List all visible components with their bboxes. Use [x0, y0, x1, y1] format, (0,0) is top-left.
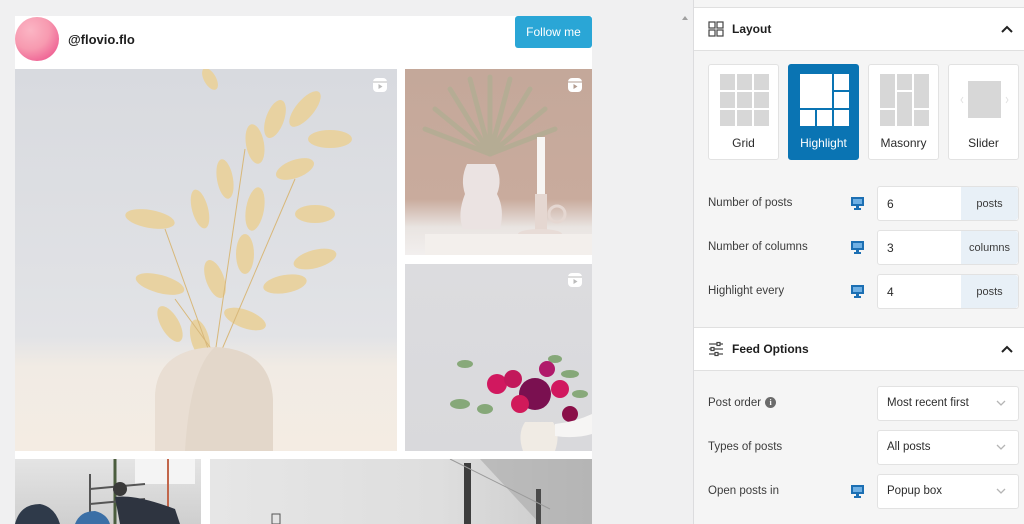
- post-image: [125, 69, 352, 451]
- username[interactable]: @flovio.flo: [68, 32, 135, 47]
- scroll-up-arrow[interactable]: [682, 16, 688, 20]
- layout-option-label: Highlight: [800, 136, 847, 150]
- field-types-of-posts: Types of posts All posts: [694, 430, 1024, 466]
- chevron-down-icon: [996, 488, 1006, 494]
- feed-post[interactable]: [405, 264, 592, 451]
- field-highlight-every: Highlight every posts: [694, 274, 1024, 310]
- layout-section-title: Layout: [732, 22, 772, 36]
- select-value: Popup box: [887, 485, 942, 497]
- post-image: [271, 459, 592, 524]
- field-label: Post order i: [708, 397, 777, 409]
- field-label: Number of posts: [708, 197, 793, 209]
- layout-option-label: Masonry: [880, 136, 927, 150]
- highlight-every-input[interactable]: posts: [877, 274, 1019, 309]
- follow-button[interactable]: Follow me: [515, 16, 592, 48]
- highlight-every-value[interactable]: [878, 275, 961, 308]
- post-order-select[interactable]: Most recent first: [877, 386, 1019, 421]
- feed-post[interactable]: [210, 459, 592, 524]
- reel-icon: [568, 273, 582, 287]
- unit-label: columns: [961, 231, 1018, 264]
- number-of-posts-input[interactable]: posts: [877, 186, 1019, 221]
- layout-option-masonry[interactable]: Masonry: [868, 64, 939, 160]
- layout-option-slider[interactable]: Slider: [948, 64, 1019, 160]
- info-icon[interactable]: i: [765, 397, 777, 408]
- unit-label: posts: [961, 275, 1018, 308]
- chevron-down-icon: [996, 444, 1006, 450]
- feed-header: @flovio.flo Follow me: [15, 16, 592, 69]
- grid-layout-icon: [720, 74, 769, 126]
- masonry-layout-icon: [880, 74, 929, 126]
- sliders-icon: [709, 341, 723, 357]
- layout-grid-icon: [708, 21, 724, 37]
- layout-option-label: Slider: [968, 136, 999, 150]
- field-label: Number of columns: [708, 241, 808, 253]
- post-image: [450, 355, 592, 451]
- desktop-icon[interactable]: [850, 240, 865, 255]
- field-post-order: Post order i Most recent first: [694, 386, 1024, 422]
- select-value: All posts: [887, 441, 931, 453]
- layout-option-highlight[interactable]: Highlight: [788, 64, 859, 160]
- feed-options-section-title: Feed Options: [732, 342, 809, 356]
- desktop-icon[interactable]: [850, 284, 865, 299]
- layout-options: Grid Highlight Masonry Slider: [708, 64, 1019, 160]
- desktop-icon[interactable]: [850, 484, 865, 499]
- feed-options-section-header[interactable]: Feed Options: [694, 327, 1024, 371]
- chevron-up-icon[interactable]: [1001, 24, 1013, 34]
- post-image: [15, 459, 195, 524]
- feed-post-highlighted[interactable]: [15, 69, 397, 451]
- number-of-posts-value[interactable]: [878, 187, 961, 220]
- post-image: [422, 74, 592, 255]
- field-open-posts-in: Open posts in Popup box: [694, 474, 1024, 510]
- slider-layout-icon: [960, 81, 1009, 118]
- field-label: Types of posts: [708, 441, 783, 453]
- layout-option-label: Grid: [732, 136, 755, 150]
- field-number-of-posts: Number of posts posts: [694, 186, 1024, 222]
- unit-label: posts: [961, 187, 1018, 220]
- reel-icon: [373, 78, 387, 92]
- avatar[interactable]: [15, 17, 59, 61]
- instagram-feed: @flovio.flo Follow me: [15, 16, 592, 524]
- layout-section-header[interactable]: Layout: [694, 7, 1024, 51]
- number-of-columns-value[interactable]: [878, 231, 961, 264]
- types-of-posts-select[interactable]: All posts: [877, 430, 1019, 465]
- field-label-text: Post order: [708, 397, 762, 409]
- chevron-up-icon[interactable]: [1001, 344, 1013, 354]
- highlight-layout-icon: [800, 74, 849, 126]
- preview-scrollbar[interactable]: [678, 0, 692, 524]
- layout-option-grid[interactable]: Grid: [708, 64, 779, 160]
- feed-post[interactable]: [405, 69, 592, 255]
- field-label: Open posts in: [708, 485, 779, 497]
- field-number-of-columns: Number of columns columns: [694, 230, 1024, 266]
- settings-panel: Layout Grid Highlight Masonry Slider Num…: [693, 0, 1024, 524]
- select-value: Most recent first: [887, 397, 969, 409]
- feed-preview: @flovio.flo Follow me: [0, 0, 692, 524]
- reel-icon: [568, 78, 582, 92]
- desktop-icon[interactable]: [850, 196, 865, 211]
- number-of-columns-input[interactable]: columns: [877, 230, 1019, 265]
- field-label: Highlight every: [708, 285, 785, 297]
- feed-post[interactable]: [15, 459, 201, 524]
- open-posts-in-select[interactable]: Popup box: [877, 474, 1019, 509]
- chevron-down-icon: [996, 400, 1006, 406]
